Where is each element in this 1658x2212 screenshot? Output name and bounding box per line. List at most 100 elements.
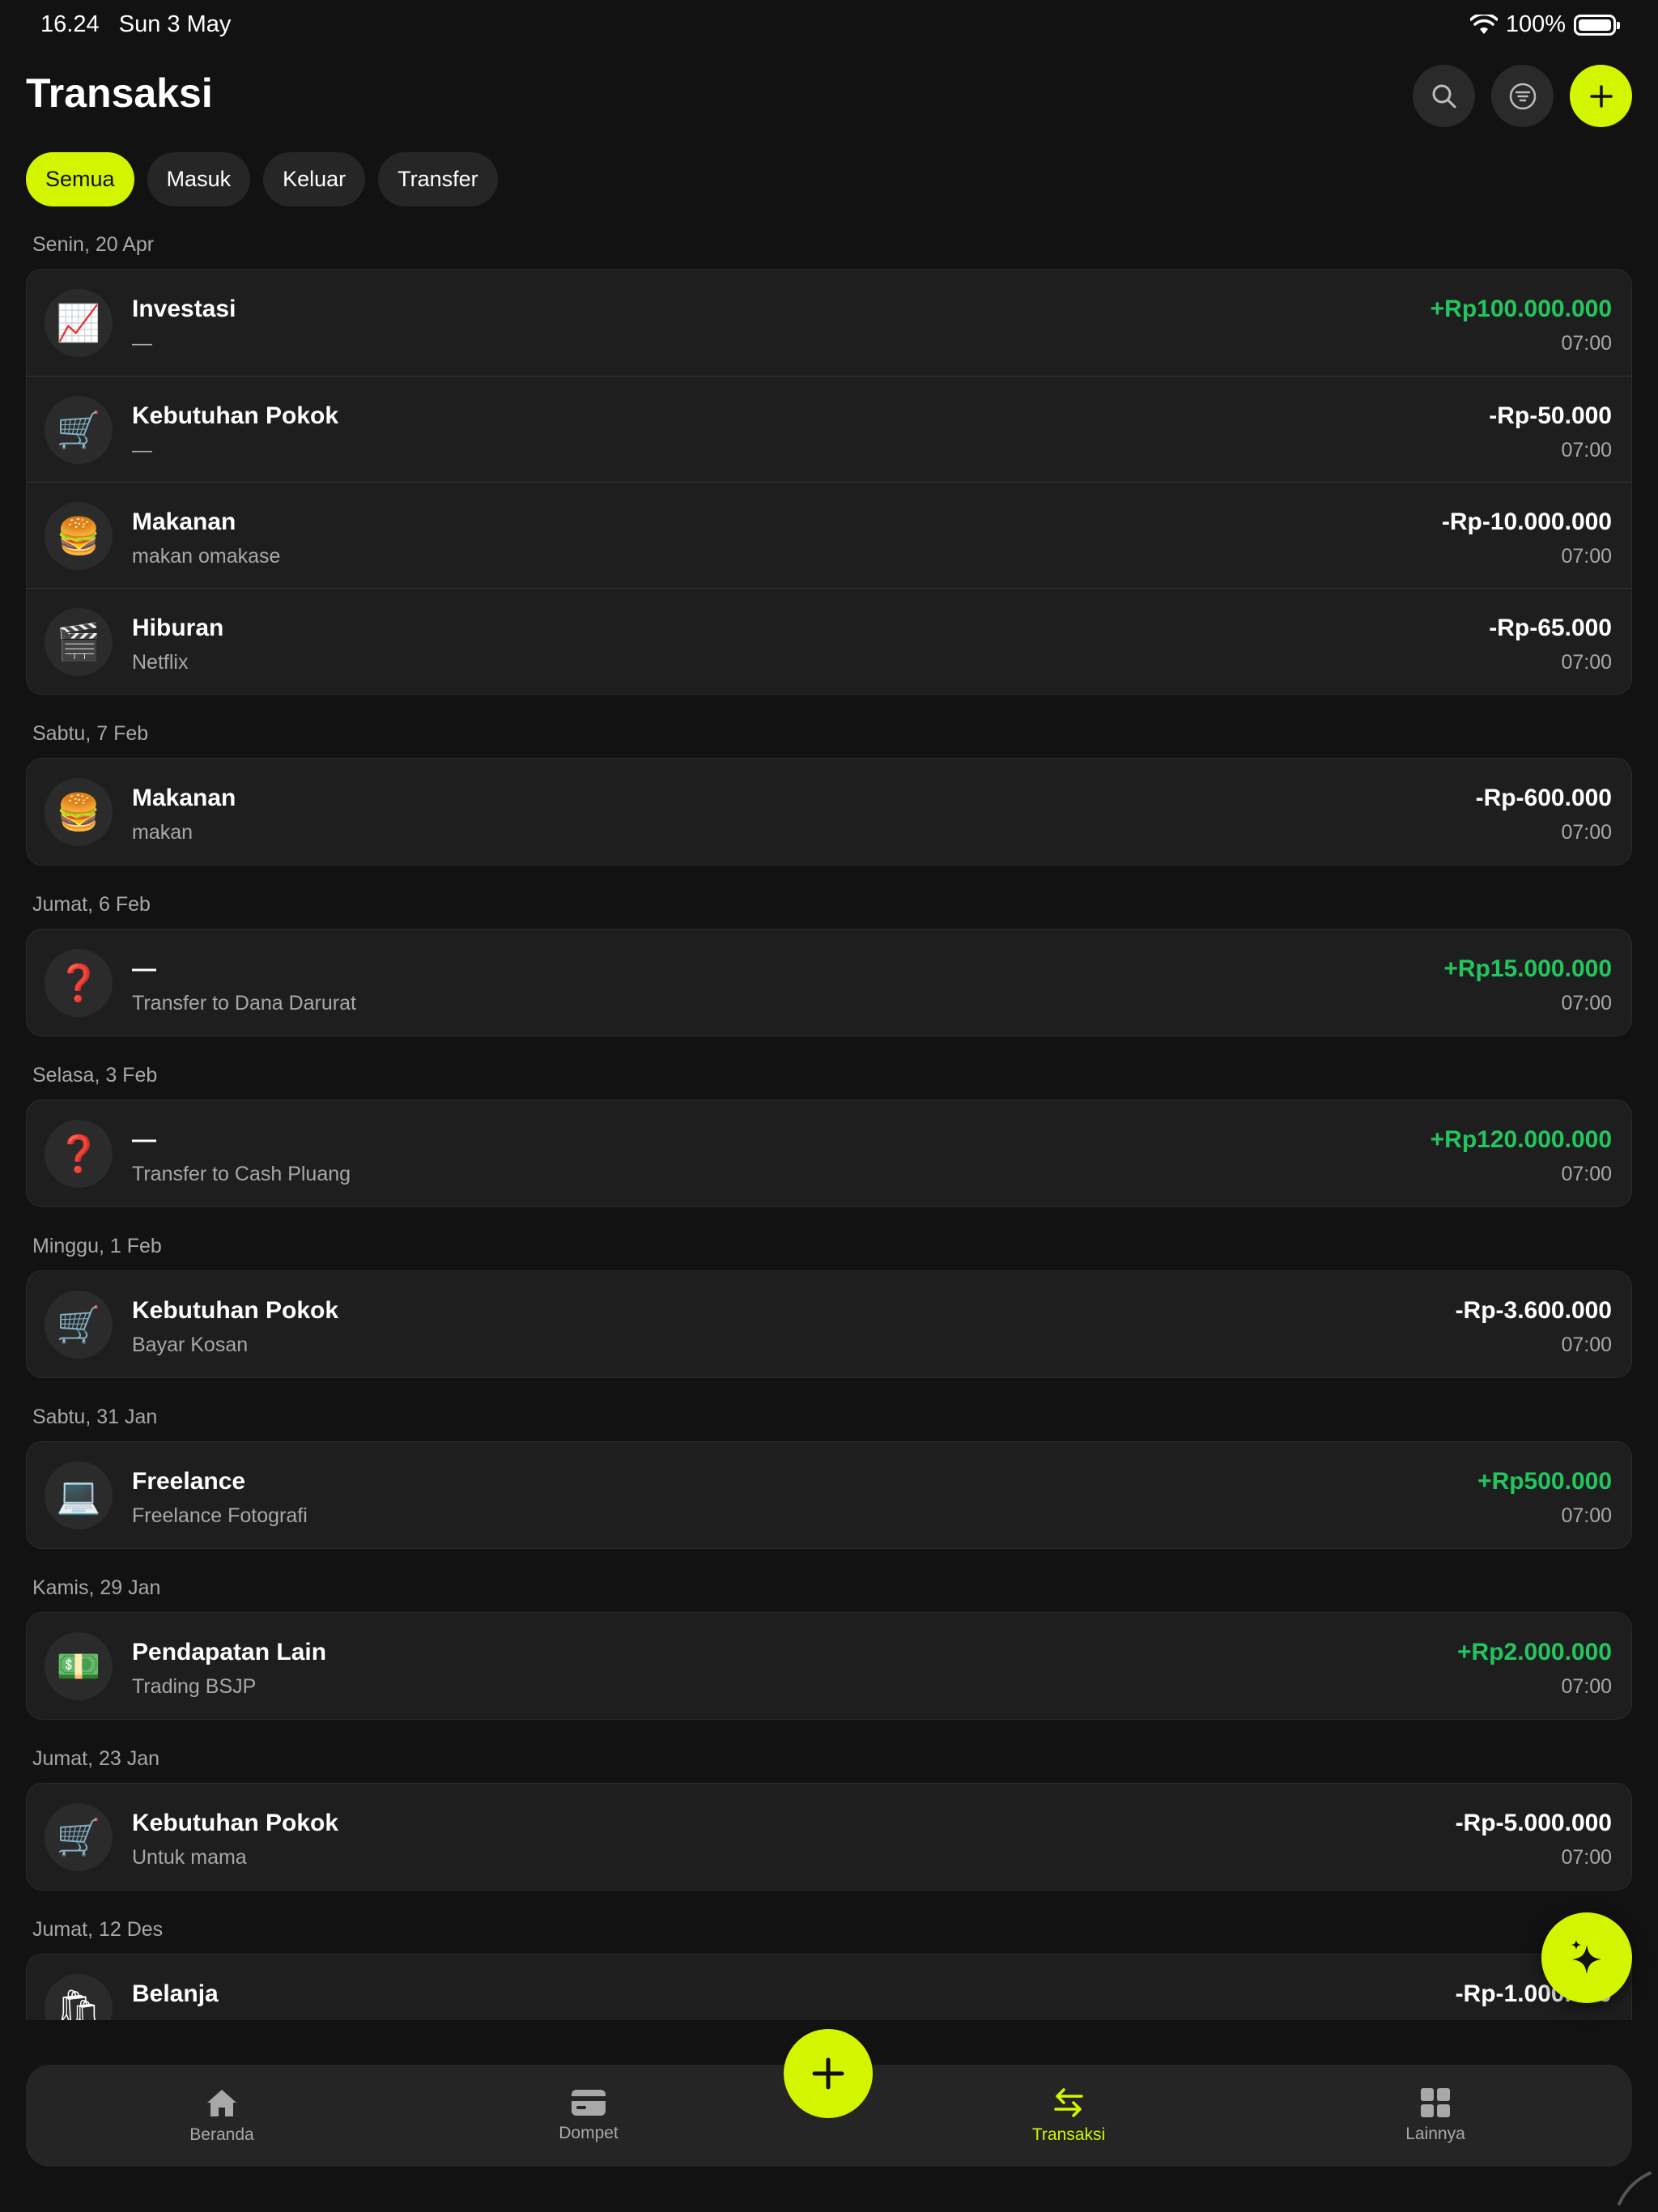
transaction-note: Freelance Fotografi [132, 1504, 308, 1527]
transaction-amount: -Rp-50.000 [1489, 402, 1612, 429]
transaction-card: 🛒 Kebutuhan Pokok Untuk mama -Rp-5.000.000 0… [26, 1783, 1632, 1891]
category-icon: 💻 [45, 1461, 113, 1529]
status-clock: 16.24 [40, 11, 100, 37]
nav-lainnya[interactable]: Lainnya [1338, 2065, 1533, 2167]
wifi-icon [1469, 14, 1498, 34]
search-button[interactable] [1413, 65, 1475, 127]
transaction-amount: -Rp-65.000 [1489, 615, 1612, 641]
transaction-category: Freelance [132, 1468, 246, 1495]
transaction-time: 07:00 [1561, 1675, 1612, 1698]
date-header: Jumat, 12 Des [32, 1918, 164, 1941]
date-header: Minggu, 1 Feb [32, 1235, 162, 1257]
transaction-category: — [132, 955, 156, 982]
date-header: Selasa, 3 Feb [32, 1064, 158, 1087]
transaction-note: Transfer to Dana Darurat [132, 992, 356, 1015]
transaction-category: Makanan [132, 785, 236, 811]
transaction-card: 📈 Investasi — +Rp100.000.000 07:00 🛒 Kebutuhan… [26, 269, 1632, 695]
add-transaction-button[interactable] [1570, 65, 1632, 127]
resize-corner-icon [1618, 2172, 1652, 2206]
transaction-note: makan [132, 821, 193, 844]
date-header: Jumat, 23 Jan [32, 1747, 160, 1770]
filter-icon [1509, 83, 1536, 109]
center-add-button[interactable] [784, 2029, 873, 2118]
transaction-category: Kebutuhan Pokok [132, 1810, 339, 1836]
sparkle-icon [1571, 1940, 1601, 1974]
transaction-category: Kebutuhan Pokok [132, 402, 339, 429]
category-icon: 🛒 [45, 1803, 113, 1871]
transaction-row[interactable]: 🛒 Kebutuhan Pokok Bayar Kosan -Rp-3.600.000… [27, 1271, 1631, 1377]
transaction-category: Makanan [132, 508, 236, 535]
filter-chips: Semua Masuk Keluar Transfer [26, 152, 498, 206]
transaction-card: 🛍BelanjaBeli Kado Pacar-Rp-1.000.00007:0… [26, 1954, 1632, 2020]
transaction-category: Hiburan [132, 615, 224, 641]
transfer-arrows-icon [1054, 2088, 1083, 2117]
transaction-amount: +Rp120.000.000 [1430, 1126, 1612, 1153]
transaction-note: Untuk mama [132, 1846, 247, 1869]
transaction-time: 07:00 [1561, 2017, 1612, 2020]
transaction-row[interactable]: 📈 Investasi — +Rp100.000.000 07:00 [27, 270, 1631, 376]
nav-label-dompet: Dompet [559, 2124, 619, 2142]
transaction-card: ❓ — Transfer to Cash Pluang +Rp120.000.000 0… [26, 1100, 1632, 1207]
nav-label-beranda: Beranda [189, 2125, 254, 2144]
category-icon: 🍔 [45, 502, 113, 570]
transaction-time: 07:00 [1561, 332, 1612, 355]
plus-icon [1589, 84, 1613, 108]
transaction-amount: -Rp-3.600.000 [1455, 1297, 1612, 1324]
nav-label-transaksi: Transaksi [1031, 2125, 1106, 2144]
transaction-category: Kebutuhan Pokok [132, 1297, 339, 1324]
transaction-note: Beli Kado Pacar [132, 2017, 277, 2020]
transaction-note: — [132, 332, 152, 355]
date-header: Senin, 20 Apr [32, 233, 155, 256]
category-icon: 🛒 [45, 396, 113, 464]
transaction-card: 💵 Pendapatan Lain Trading BSJP +Rp2.000.000… [26, 1612, 1632, 1720]
chip-semua[interactable]: Semua [26, 152, 134, 206]
transaction-note: Netflix [132, 651, 189, 674]
nav-beranda[interactable]: Beranda [125, 2065, 319, 2167]
transaction-row[interactable]: 🛍BelanjaBeli Kado Pacar-Rp-1.000.00007:0… [27, 1955, 1631, 2020]
transaction-row[interactable]: 🛒 Kebutuhan Pokok — -Rp-50.000 07:00 [27, 376, 1631, 482]
transaction-row[interactable]: 🎬 Hiburan Netflix -Rp-65.000 07:00 [27, 588, 1631, 694]
transaction-category: Investasi [132, 296, 236, 322]
transaction-time: 07:00 [1561, 439, 1612, 462]
transaction-note: — [132, 439, 152, 462]
chip-transfer[interactable]: Transfer [378, 152, 498, 206]
status-bar: 16.24 Sun 3 May 100% [0, 0, 1658, 52]
battery-percent: 100% [1505, 11, 1566, 37]
date-header: Sabtu, 31 Jan [32, 1406, 158, 1428]
transaction-card: 🍔 Makanan makan -Rp-600.000 07:00 [26, 758, 1632, 866]
home-icon [207, 2090, 236, 2116]
transaction-row[interactable]: 🍔 Makanan makan -Rp-600.000 07:00 [27, 759, 1631, 865]
transaction-row[interactable]: ❓ — Transfer to Dana Darurat +Rp15.000.000 0… [27, 929, 1631, 1036]
transaction-row[interactable]: 🍔 Makanan makan omakase -Rp-10.000.000 07:00 [27, 482, 1631, 588]
filter-button[interactable] [1491, 65, 1554, 127]
transaction-category: Belanja [132, 1980, 219, 2007]
transaction-row[interactable]: ❓ — Transfer to Cash Pluang +Rp120.000.000 0… [27, 1100, 1631, 1206]
transaction-amount: +Rp15.000.000 [1443, 955, 1612, 982]
search-icon [1432, 84, 1456, 108]
header-actions [1413, 65, 1632, 127]
transaction-time: 07:00 [1561, 821, 1612, 844]
category-icon: 🎬 [45, 608, 113, 676]
page-title: Transaksi [26, 70, 213, 116]
transaction-card: 💻 Freelance Freelance Fotografi +Rp500.000 0… [26, 1441, 1632, 1549]
date-header: Sabtu, 7 Feb [32, 722, 149, 745]
transaction-row[interactable]: 💵 Pendapatan Lain Trading BSJP +Rp2.000.000… [27, 1613, 1631, 1719]
ai-assistant-button[interactable] [1541, 1912, 1632, 2003]
nav-transaksi[interactable]: Transaksi [971, 2065, 1166, 2167]
transaction-time: 07:00 [1561, 1334, 1612, 1356]
chip-masuk[interactable]: Masuk [147, 152, 251, 206]
nav-dompet[interactable]: Dompet [491, 2065, 686, 2167]
category-icon: 🛒 [45, 1291, 113, 1359]
transaction-amount: +Rp500.000 [1477, 1468, 1612, 1495]
transaction-list[interactable]: Senin, 20 Apr 📈 Investasi — +Rp100.000.000 07… [26, 219, 1632, 2020]
transaction-row[interactable]: 💻 Freelance Freelance Fotografi +Rp500.000 0… [27, 1442, 1631, 1548]
transaction-category: — [132, 1126, 156, 1153]
category-icon: ❓ [45, 949, 113, 1017]
transaction-time: 07:00 [1561, 992, 1612, 1015]
chip-keluar[interactable]: Keluar [263, 152, 366, 206]
battery-icon [1574, 14, 1620, 36]
status-indicators: 100% [1469, 11, 1620, 38]
transaction-category: Pendapatan Lain [132, 1639, 327, 1665]
wallet-icon [572, 2090, 606, 2116]
transaction-row[interactable]: 🛒 Kebutuhan Pokok Untuk mama -Rp-5.000.000 0… [27, 1784, 1631, 1890]
